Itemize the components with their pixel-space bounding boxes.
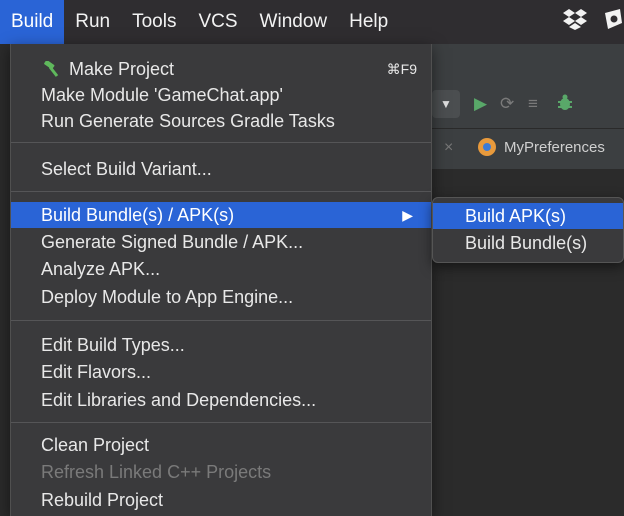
menubar-tools[interactable]: Tools (121, 0, 187, 44)
menu-label: Rebuild Project (41, 490, 164, 510)
menubar-window[interactable]: Window (249, 0, 339, 44)
apply-changes-icon[interactable]: ⟳ (500, 94, 514, 114)
menu-separator (11, 320, 431, 321)
build-menu: Make Project ⌘F9 Make Module 'GameChat.a… (10, 44, 432, 516)
shortcut-label: ⌘F9 (386, 61, 417, 77)
menu-label: Edit Flavors... (41, 362, 152, 382)
menu-label: Build Bundle(s) / APK(s) (41, 205, 235, 225)
menu-rebuild-project[interactable]: Rebuild Project (11, 487, 431, 513)
config-dropdown-arrow[interactable]: ▼ (432, 90, 460, 118)
menu-edit-libraries[interactable]: Edit Libraries and Dependencies... (11, 387, 431, 413)
menu-clean-project[interactable]: Clean Project (11, 432, 431, 458)
editor-tab-mypreferences[interactable]: MyPreferences (478, 138, 605, 156)
menubar-vcs[interactable]: VCS (187, 0, 248, 44)
submenu-label: Build APK(s) (465, 206, 567, 226)
menu-bar: Build Run Tools VCS Window Help (0, 0, 624, 44)
menubar-help[interactable]: Help (338, 0, 399, 44)
submenu-build-apk[interactable]: Build APK(s) (433, 203, 623, 229)
menu-edit-build-types[interactable]: Edit Build Types... (11, 332, 431, 358)
menu-analyze-apk[interactable]: Analyze APK... (11, 256, 431, 282)
menu-label: Deploy Module to App Engine... (41, 287, 294, 307)
menu-refresh-linked-cpp: Refresh Linked C++ Projects (11, 459, 431, 485)
debug-bug-icon[interactable] (556, 94, 574, 117)
menu-label: Make Module 'GameChat.app' (41, 85, 283, 105)
menu-label: Select Build Variant... (41, 159, 212, 179)
editor-tab-label: MyPreferences (504, 138, 605, 156)
menu-label: Generate Signed Bundle / APK... (41, 232, 304, 252)
submenu-label: Build Bundle(s) (465, 233, 588, 253)
menu-label: Refresh Linked C++ Projects (41, 462, 272, 482)
menu-generate-signed-bundle[interactable]: Generate Signed Bundle / APK... (11, 229, 431, 255)
menubar-run[interactable]: Run (64, 0, 121, 44)
dropbox-icon[interactable] (562, 8, 588, 36)
menubar-build[interactable]: Build (0, 0, 65, 44)
app-tray-icon[interactable] (602, 7, 624, 37)
menu-label: Make Project (69, 59, 175, 79)
menu-deploy-module[interactable]: Deploy Module to App Engine... (11, 284, 431, 310)
path-bar (430, 44, 624, 81)
menu-make-project[interactable]: Make Project ⌘F9 (11, 56, 431, 82)
menu-edit-flavors[interactable]: Edit Flavors... (11, 359, 431, 385)
hammer-icon (44, 61, 59, 77)
menu-build-bundle-apk[interactable]: Build Bundle(s) / APK(s) ▶ (11, 202, 431, 228)
submenu-arrow-icon: ▶ (402, 207, 413, 223)
menu-select-build-variant[interactable]: Select Build Variant... (11, 156, 431, 182)
menu-label: Clean Project (41, 435, 150, 455)
menu-separator (11, 142, 431, 143)
run-icon[interactable]: ▶ (474, 94, 487, 114)
menubar-tray (562, 0, 624, 44)
menu-make-module[interactable]: Make Module 'GameChat.app' (11, 82, 431, 108)
tab-close-icon[interactable]: × (444, 139, 453, 157)
menu-separator (11, 422, 431, 423)
menu-label: Edit Libraries and Dependencies... (41, 390, 317, 410)
kotlin-file-icon (478, 138, 496, 156)
menu-separator (11, 191, 431, 192)
menu-label: Run Generate Sources Gradle Tasks (41, 111, 335, 131)
debug-list-icon[interactable]: ≡ (528, 94, 538, 114)
build-bundle-submenu: Build APK(s) Build Bundle(s) (432, 197, 624, 263)
menu-run-generate-sources[interactable]: Run Generate Sources Gradle Tasks (11, 108, 431, 134)
menu-label: Edit Build Types... (41, 335, 185, 355)
menu-label: Analyze APK... (41, 259, 161, 279)
submenu-build-bundle[interactable]: Build Bundle(s) (433, 230, 623, 256)
